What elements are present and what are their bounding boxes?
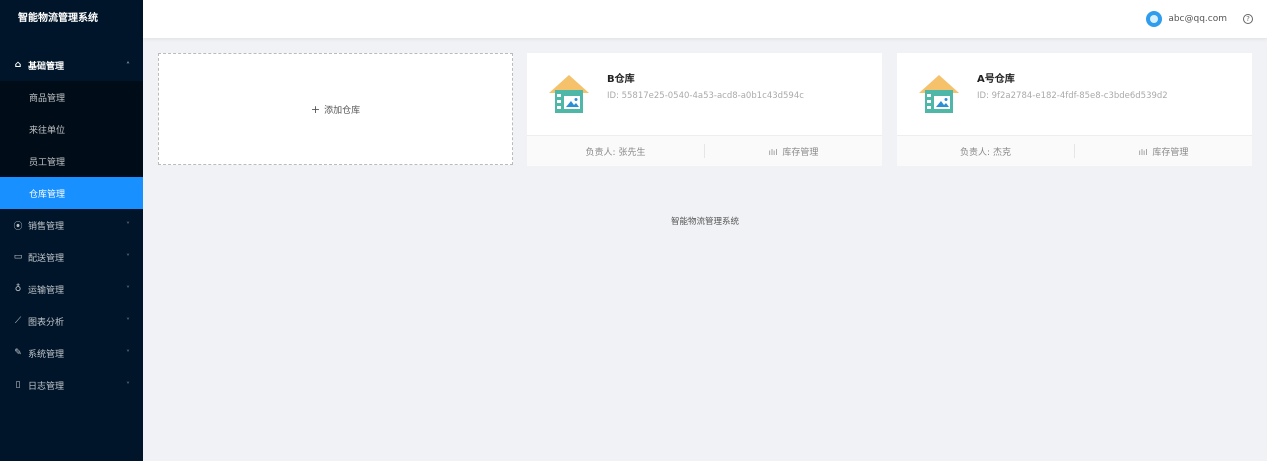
menu-group-sales[interactable]: ⦿ 销售管理 ˅ xyxy=(0,209,143,241)
sales-icon: ⦿ xyxy=(13,221,23,232)
inventory-manage-button[interactable]: ılıl 库存管理 xyxy=(1075,145,1252,158)
warehouse-manager: 负责人: 杰克 xyxy=(960,147,1011,158)
menu-group-label: 基础管理 xyxy=(28,61,65,72)
menu-group-delivery[interactable]: ▭ 配送管理 ˅ xyxy=(0,241,143,273)
add-warehouse-button[interactable]: + 添加仓库 xyxy=(158,53,513,165)
chevron-down-icon: ˅ xyxy=(126,316,130,326)
menu-group-label: 系统管理 xyxy=(28,349,65,360)
menu-group-label: 图表分析 xyxy=(28,317,65,328)
main-content: + 添加仓库 B仓库 ID: 55817e25-0540-4a53-acd8-a… xyxy=(143,38,1267,461)
warehouse-id: ID: 9f2a2784-e182-4fdf-85e8-c3bde6d539d2 xyxy=(977,91,1168,101)
warehouse-card: A号仓库 ID: 9f2a2784-e182-4fdf-85e8-c3bde6d… xyxy=(897,53,1252,166)
inventory-manage-label: 库存管理 xyxy=(1152,147,1189,158)
app-logo-title: 智能物流管理系统 xyxy=(18,13,98,24)
chevron-down-icon: ˅ xyxy=(126,348,130,358)
page-footer: 智能物流管理系统 xyxy=(670,217,739,227)
plus-icon: + xyxy=(310,102,321,116)
sidebar-item-label: 员工管理 xyxy=(29,157,66,168)
chart-icon: ⟋ xyxy=(14,316,22,326)
menu-group-label: 配送管理 xyxy=(28,253,65,264)
sidebar-item-label: 仓库管理 xyxy=(29,189,66,200)
sidebar-item-label: 来往单位 xyxy=(29,125,66,136)
sidebar-item-employees[interactable]: 员工管理 xyxy=(0,145,143,177)
warehouse-card-body: A号仓库 ID: 9f2a2784-e182-4fdf-85e8-c3bde6d… xyxy=(897,53,1252,135)
chevron-down-icon: ˅ xyxy=(126,284,130,294)
warehouse-manager: 负责人: 张先生 xyxy=(585,147,646,158)
chevron-down-icon: ˅ xyxy=(126,220,130,230)
sidebar-item-label: 商品管理 xyxy=(29,93,66,104)
menu-group-label: 销售管理 xyxy=(28,221,65,232)
warehouse-name: A号仓库 xyxy=(977,74,1015,85)
chevron-up-icon: ˄ xyxy=(126,60,130,70)
sidebar-menu: ⌂ 基础管理 ˄ 商品管理 来往单位 员工管理 仓库管理 ⦿ 销售管理 ˅ ▭ … xyxy=(0,49,143,401)
top-header: abc@qq.com ? xyxy=(143,0,1267,38)
menu-group-label: 日志管理 xyxy=(28,381,65,392)
sidebar-item-warehouses[interactable]: 仓库管理 xyxy=(0,177,143,209)
warehouse-name: B仓库 xyxy=(607,74,635,85)
bar-chart-icon: ılıl xyxy=(1138,147,1148,157)
warehouse-house-icon xyxy=(549,75,589,113)
user-email[interactable]: abc@qq.com xyxy=(1168,14,1227,24)
menu-group-label: 运输管理 xyxy=(28,285,65,296)
warehouse-card-footer: 负责人: 张先生 ılıl 库存管理 xyxy=(527,135,882,166)
warehouse-card: B仓库 ID: 55817e25-0540-4a53-acd8-a0b1c43d… xyxy=(527,53,882,166)
help-icon[interactable]: ? xyxy=(1243,14,1253,24)
tool-icon: ✎ xyxy=(14,348,22,358)
warehouse-card-body: B仓库 ID: 55817e25-0540-4a53-acd8-a0b1c43d… xyxy=(527,53,882,135)
menu-group-logs[interactable]: ▯ 日志管理 ˅ xyxy=(0,369,143,401)
sidebar-item-partners[interactable]: 来往单位 xyxy=(0,113,143,145)
file-icon: ▯ xyxy=(15,380,21,390)
submenu-basic: 商品管理 来往单位 员工管理 仓库管理 xyxy=(0,81,143,209)
menu-group-charts[interactable]: ⟋ 图表分析 ˅ xyxy=(0,305,143,337)
inventory-manage-button[interactable]: ılıl 库存管理 xyxy=(705,145,882,158)
warehouse-house-icon xyxy=(919,75,959,113)
menu-group-system[interactable]: ✎ 系统管理 ˅ xyxy=(0,337,143,369)
inventory-manage-label: 库存管理 xyxy=(782,147,819,158)
add-warehouse-label: 添加仓库 xyxy=(324,105,361,116)
header-user-area: abc@qq.com ? xyxy=(1146,0,1267,38)
sidebar: 智能物流管理系统 ⌂ 基础管理 ˄ 商品管理 来往单位 员工管理 仓库管理 ⦿ … xyxy=(0,0,143,461)
chevron-down-icon: ˅ xyxy=(126,252,130,262)
chevron-down-icon: ˅ xyxy=(126,380,130,390)
menu-group-basic[interactable]: ⌂ 基础管理 ˄ xyxy=(0,49,143,81)
menu-group-transport[interactable]: ♁ 运输管理 ˅ xyxy=(0,273,143,305)
delivery-icon: ▭ xyxy=(13,252,23,262)
home-icon: ⌂ xyxy=(14,60,22,70)
transport-icon: ♁ xyxy=(14,284,22,294)
warehouse-card-footer: 负责人: 杰克 ılıl 库存管理 xyxy=(897,135,1252,166)
bar-chart-icon: ılıl xyxy=(768,147,778,157)
avatar[interactable] xyxy=(1146,11,1163,27)
warehouse-id: ID: 55817e25-0540-4a53-acd8-a0b1c43d594c xyxy=(607,91,804,101)
sidebar-item-products[interactable]: 商品管理 xyxy=(0,81,143,113)
